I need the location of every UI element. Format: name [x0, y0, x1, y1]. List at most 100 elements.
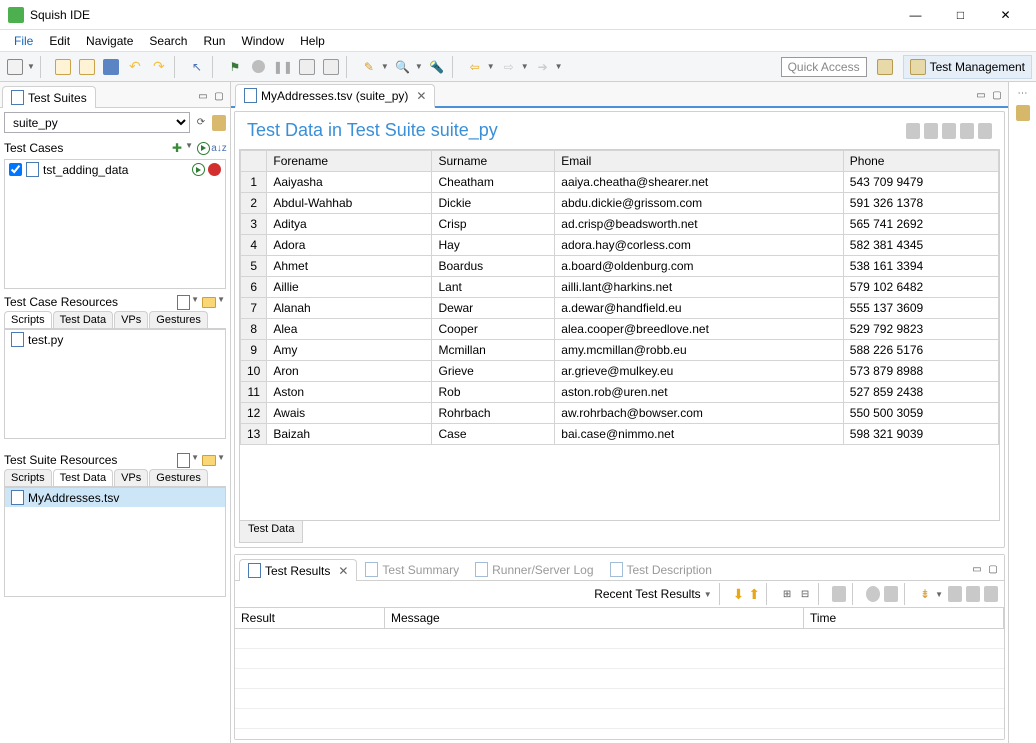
close-editor-icon[interactable]: ✕ — [416, 89, 426, 103]
table-row[interactable]: 9AmyMcmillanamy.mcmillan@robb.eu588 226 … — [241, 340, 999, 361]
data-cell[interactable]: Hay — [432, 235, 555, 256]
nav-last-button[interactable]: ➔ — [532, 56, 554, 78]
col-header[interactable]: Phone — [843, 151, 998, 172]
data-cell[interactable]: 527 859 2438 — [843, 382, 998, 403]
save-button[interactable] — [100, 56, 122, 78]
brush-button[interactable]: ✎ — [358, 56, 380, 78]
data-cell[interactable]: abdu.dickie@grissom.com — [555, 193, 844, 214]
data-cell[interactable]: 550 500 3059 — [843, 403, 998, 424]
menu-file[interactable]: File — [6, 31, 41, 51]
copy-button[interactable] — [52, 56, 74, 78]
table-row[interactable]: 10AronGrievear.grieve@mulkey.eu573 879 8… — [241, 361, 999, 382]
data-cell[interactable]: aston.rob@uren.net — [555, 382, 844, 403]
outline-icon[interactable] — [1016, 106, 1030, 120]
data-cell[interactable]: 565 741 2692 — [843, 214, 998, 235]
tc-tab-scripts[interactable]: Scripts — [4, 311, 52, 328]
stop-button[interactable] — [296, 56, 318, 78]
row-number[interactable]: 12 — [241, 403, 267, 424]
tab-test-results[interactable]: Test Results ✕ — [239, 559, 357, 581]
right-menu-icon[interactable]: ⋯ — [1016, 86, 1030, 100]
undo-button[interactable]: ↶ — [124, 56, 146, 78]
nav-fwd-button[interactable]: ⇨ — [498, 56, 520, 78]
row-number[interactable]: 5 — [241, 256, 267, 277]
data-cell[interactable]: 529 792 9823 — [843, 319, 998, 340]
data-cell[interactable]: Rob — [432, 382, 555, 403]
data-cell[interactable]: Case — [432, 424, 555, 445]
ts-tab-vps[interactable]: VPs — [114, 469, 148, 486]
new-tc-res-icon[interactable] — [176, 295, 190, 309]
table-row[interactable]: 6AillieLantailli.lant@harkins.net579 102… — [241, 277, 999, 298]
row-number[interactable]: 7 — [241, 298, 267, 319]
data-cell[interactable]: Awais — [267, 403, 432, 424]
data-cell[interactable]: ar.grieve@mulkey.eu — [555, 361, 844, 382]
table-row[interactable]: 4AdoraHayadora.hay@corless.com582 381 43… — [241, 235, 999, 256]
record-button[interactable] — [248, 56, 270, 78]
data-cell[interactable]: 598 321 9039 — [843, 424, 998, 445]
data-cell[interactable]: Cooper — [432, 319, 555, 340]
data-cell[interactable]: 555 137 3609 — [843, 298, 998, 319]
table-row[interactable]: 2Abdul-WahhabDickieabdu.dickie@grissom.c… — [241, 193, 999, 214]
pause-button[interactable]: ❚❚ — [272, 56, 294, 78]
tc-tab-gestures[interactable]: Gestures — [149, 311, 208, 328]
row-number[interactable]: 6 — [241, 277, 267, 298]
flag-button[interactable]: ⚑ — [224, 56, 246, 78]
stop-results-icon[interactable] — [884, 587, 898, 601]
row-number[interactable]: 13 — [241, 424, 267, 445]
screenshot-icon[interactable] — [832, 587, 846, 601]
data-cell[interactable]: 588 226 5176 — [843, 340, 998, 361]
perspective-test-management[interactable]: Test Management — [903, 55, 1032, 79]
data-cell[interactable]: Alea — [267, 319, 432, 340]
table-row[interactable]: 1AaiyashaCheathamaaiya.cheatha@shearer.n… — [241, 172, 999, 193]
table-row[interactable]: 8AleaCooperalea.cooper@breedlove.net529 … — [241, 319, 999, 340]
data-cell[interactable]: Aron — [267, 361, 432, 382]
tab-test-summary[interactable]: Test Summary — [357, 559, 467, 580]
col-message[interactable]: Message — [385, 608, 804, 628]
ts-tab-testdata[interactable]: Test Data — [53, 469, 113, 486]
result-down-icon[interactable]: ⬇ — [733, 586, 745, 603]
perspective-switcher-icon[interactable] — [873, 55, 897, 79]
new-ts-res-icon[interactable] — [176, 453, 190, 467]
data-cell[interactable]: aw.rohrbach@bowser.com — [555, 403, 844, 424]
recent-results-dropdown[interactable]: ▼ — [704, 590, 712, 599]
search-button[interactable]: 🔦 — [426, 56, 448, 78]
test-data-bottom-tab[interactable]: Test Data — [239, 521, 303, 543]
grid-tool-3-icon[interactable] — [942, 124, 956, 138]
nav-back-button[interactable]: ⇦ — [464, 56, 486, 78]
close-button[interactable]: ✕ — [983, 1, 1028, 29]
tc-tab-testdata[interactable]: Test Data — [53, 311, 113, 328]
open-tc-res-icon[interactable] — [202, 295, 216, 309]
table-row[interactable]: 13BaizahCasebai.case@nimmo.net598 321 90… — [241, 424, 999, 445]
menu-window[interactable]: Window — [233, 31, 292, 51]
minimize-results-icon[interactable]: ▭ — [970, 562, 984, 576]
clear-icon[interactable] — [966, 587, 980, 601]
col-header[interactable]: Forename — [267, 151, 432, 172]
data-cell[interactable]: amy.mcmillan@robb.eu — [555, 340, 844, 361]
table-row[interactable]: 5AhmetBoardusa.board@oldenburg.com538 16… — [241, 256, 999, 277]
collapse-icon[interactable]: ⊟ — [798, 587, 812, 601]
paste-button[interactable] — [76, 56, 98, 78]
data-cell[interactable]: 573 879 8988 — [843, 361, 998, 382]
tc-file-row[interactable]: test.py — [5, 330, 225, 349]
globe-icon[interactable] — [866, 587, 880, 601]
row-number[interactable]: 4 — [241, 235, 267, 256]
row-number[interactable]: 10 — [241, 361, 267, 382]
data-cell[interactable]: 579 102 6482 — [843, 277, 998, 298]
data-cell[interactable]: Boardus — [432, 256, 555, 277]
data-cell[interactable]: Adora — [267, 235, 432, 256]
data-cell[interactable]: a.board@oldenburg.com — [555, 256, 844, 277]
sort-icon[interactable]: a↓z — [212, 141, 226, 155]
menu-help[interactable]: Help — [292, 31, 333, 51]
row-number[interactable]: 11 — [241, 382, 267, 403]
table-row[interactable]: 12AwaisRohrbachaw.rohrbach@bowser.com550… — [241, 403, 999, 424]
inspect-button[interactable]: 🔍 — [392, 56, 414, 78]
table-row[interactable]: 7AlanahDewara.dewar@handfield.eu555 137 … — [241, 298, 999, 319]
data-cell[interactable]: Aditya — [267, 214, 432, 235]
data-cell[interactable]: ailli.lant@harkins.net — [555, 277, 844, 298]
result-up-icon[interactable]: ⬆ — [748, 586, 760, 603]
data-cell[interactable]: ad.crisp@beadsworth.net — [555, 214, 844, 235]
redo-button[interactable]: ↷ — [148, 56, 170, 78]
grid-tool-2-icon[interactable] — [924, 124, 938, 138]
filter-icon[interactable]: ⇟ — [918, 587, 932, 601]
ts-tab-scripts[interactable]: Scripts — [4, 469, 52, 486]
data-cell[interactable]: Cheatham — [432, 172, 555, 193]
